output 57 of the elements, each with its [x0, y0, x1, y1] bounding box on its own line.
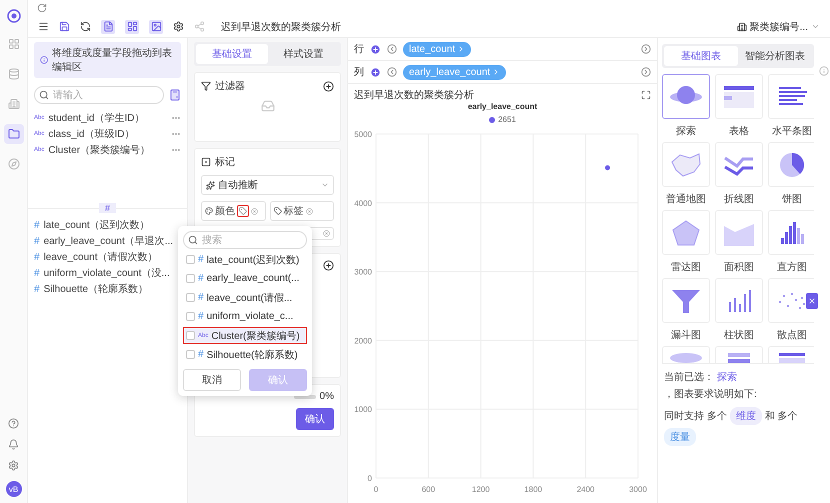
marks-label: 标记	[215, 156, 235, 169]
note-text: ，图表要求说明如下:	[664, 388, 757, 401]
axis-label: 0	[368, 474, 372, 483]
axis-label: 0	[374, 485, 378, 494]
legend-title: early_leave_count	[468, 102, 538, 111]
number-type-icon: #	[198, 349, 204, 360]
shelf-label: 列	[354, 66, 364, 79]
percent-text: 0%	[320, 391, 334, 402]
chart-type-label: 折线图	[724, 192, 754, 206]
chart-type-label: 饼图	[782, 193, 802, 206]
number-type-icon: #	[198, 292, 204, 303]
number-type-icon: #	[198, 311, 204, 322]
picker-item-label: late_count(迟到次数)	[206, 254, 300, 266]
chart-type-label: 水平条图	[772, 124, 812, 138]
axis-label: 3000	[354, 268, 372, 277]
number-type-icon: #	[34, 268, 40, 278]
note-text: 和 多个	[764, 410, 798, 423]
chart-type-label: 表格	[729, 124, 749, 138]
chart-type-label: 直方图	[777, 260, 807, 274]
picker-item-label: Cluster(聚类簇编号)	[211, 330, 300, 342]
filter-label: 过滤器	[215, 80, 245, 93]
axis-label: 600	[422, 485, 436, 494]
picker-item-label: Silhouette(轮廓系数)	[206, 348, 298, 362]
chart-title: 迟到早退次数的聚类簇分析	[354, 88, 474, 102]
picker-item-label: uniform_violate_c...	[206, 311, 294, 322]
chart-type-label: 漏斗图	[671, 328, 701, 342]
chart-type-label: 普通地图	[666, 192, 706, 206]
axis-label: 2000	[354, 336, 372, 346]
axis-label: 5000	[354, 130, 372, 139]
axis-label: 1000	[354, 405, 372, 414]
color-label: 颜色	[215, 204, 235, 218]
chart-type-label: 面积图	[724, 261, 754, 274]
axis-label: 1800	[524, 485, 542, 494]
axis-label: 1200	[472, 485, 490, 494]
axis-label: 3000	[629, 485, 647, 494]
number-type-icon: #	[34, 284, 40, 294]
number-type-icon: #	[34, 220, 40, 230]
axis-label: 2400	[576, 485, 594, 494]
hint-text: 将维度或度量字段拖动到表编辑区	[52, 46, 174, 74]
axis-label: 4000	[354, 198, 372, 208]
chart-type-label: 散点图	[777, 328, 807, 342]
number-type-icon: #	[198, 254, 204, 265]
note-text: 当前已选：	[664, 370, 714, 384]
picker-item-label: early_leave_count(...	[206, 273, 300, 284]
chart-type-label: 探索	[676, 124, 696, 138]
report-title: 迟到早退次数的聚类簇分析	[221, 20, 341, 34]
chart-type-label: 柱状图	[724, 328, 754, 342]
note-text: 同时支持 多个	[664, 410, 727, 423]
number-type-icon: #	[34, 236, 40, 246]
number-type-icon: #	[198, 273, 204, 284]
chart-type-label: 雷达图	[671, 260, 701, 274]
measure-tag: 度量	[664, 428, 696, 446]
dimension-tag: 维度	[730, 407, 762, 425]
number-type-icon: #	[34, 252, 40, 262]
picker-item-label: leave_count(请假...	[206, 292, 292, 304]
shelf-label: 行	[354, 43, 364, 56]
tag-label: 标签	[284, 204, 304, 218]
